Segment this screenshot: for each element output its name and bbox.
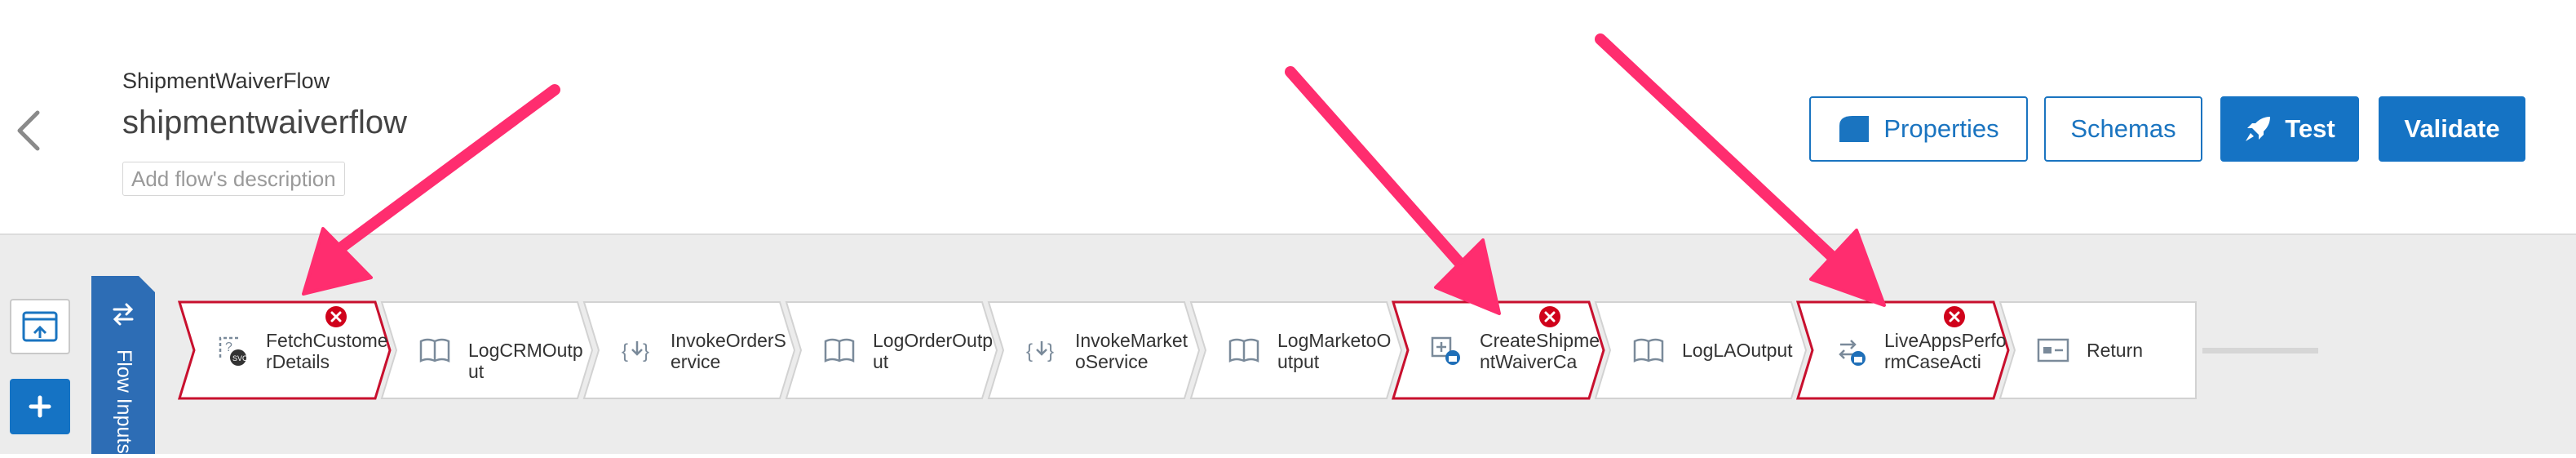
plus-icon — [29, 395, 51, 418]
activity-tile-logorderoutput[interactable]: LogOrderOutput — [786, 302, 997, 398]
activity-tile-logcrmoutput[interactable]: LogCRMOutput — [382, 302, 592, 398]
activity-tile-label: LogLAOutput — [1682, 340, 1793, 361]
activity-tile-fetchcustomerdetails[interactable]: ? SVC FetchCustomerDetails — [179, 302, 390, 398]
activity-tile-label: CreateShipmentWaiverCa — [1480, 330, 1600, 372]
flow-description-field[interactable]: Add flow's description — [122, 162, 345, 196]
error-badge-icon[interactable] — [1943, 305, 1966, 328]
error-badge-icon[interactable] — [325, 305, 347, 328]
perform-case-action-icon — [1834, 333, 1868, 367]
svg-text:{: { — [622, 340, 628, 362]
mapper-icon — [22, 311, 58, 342]
invoke-service-icon: {} — [1025, 333, 1059, 367]
create-case-icon — [1429, 333, 1463, 367]
activity-tile-label: LiveAppsPerformCaseActi — [1884, 330, 2007, 372]
log-book-icon — [822, 333, 856, 367]
activity-tile-label: LogCRMOutput — [468, 340, 583, 382]
activity-tile-createshipmentwaiverca[interactable]: CreateShipmentWaiverCa — [1393, 302, 1604, 398]
error-badge-icon[interactable] — [1538, 305, 1561, 328]
svg-text:SVC: SVC — [232, 354, 248, 362]
schemas-button[interactable]: Schemas — [2044, 96, 2202, 162]
svg-text:{: { — [1026, 340, 1033, 362]
test-label: Test — [2285, 114, 2335, 143]
activity-tile-return[interactable]: Return — [2000, 302, 2211, 398]
activity-tile-label: InvokeMarketoService — [1075, 330, 1188, 372]
rest-invoke-icon: ? SVC — [215, 333, 250, 367]
activity-tile-invokeorderservice[interactable]: {} InvokeOrderService — [584, 302, 794, 398]
log-book-icon — [418, 333, 452, 367]
activity-tile-label: InvokeOrderService — [671, 330, 786, 372]
test-button[interactable]: Test — [2220, 96, 2359, 162]
svg-text:}: } — [643, 340, 649, 362]
flow-inputs-label: Flow Inputs — [113, 349, 135, 454]
properties-icon — [1838, 114, 1870, 144]
log-book-icon — [1631, 333, 1666, 367]
svg-text:?: ? — [225, 340, 232, 354]
activity-tile-loglaoutput[interactable]: LogLAOutput — [1596, 302, 1806, 398]
return-icon — [2036, 333, 2070, 367]
add-activity-button[interactable] — [10, 379, 70, 434]
validate-label: Validate — [2404, 114, 2500, 143]
activity-tile-logmarketooutput[interactable]: LogMarketoOutput — [1191, 302, 1401, 398]
flow-track — [2202, 348, 2318, 354]
page-title[interactable]: shipmentwaiverflow — [122, 104, 407, 141]
mapper-tool-button[interactable] — [10, 299, 70, 354]
svg-text:}: } — [1047, 340, 1054, 362]
back-chevron-icon[interactable] — [8, 104, 47, 157]
flow-name: ShipmentWaiverFlow — [122, 69, 330, 93]
swap-icon — [111, 302, 135, 327]
activity-tile-liveappsperformcaseacti[interactable]: LiveAppsPerformCaseActi — [1798, 302, 2008, 398]
schemas-label: Schemas — [2070, 114, 2176, 143]
invoke-service-icon: {} — [620, 333, 654, 367]
log-book-icon — [1227, 333, 1261, 367]
activity-tile-label: Return — [2087, 340, 2144, 361]
activity-tile-label: FetchCustomerDetails — [266, 330, 388, 372]
flow-header: ShipmentWaiverFlow shipmentwaiverflow Ad… — [0, 0, 2576, 235]
rocket-icon — [2244, 115, 2272, 143]
properties-button[interactable]: Properties — [1809, 96, 2028, 162]
activity-tile-label: LogMarketoOutput — [1277, 330, 1392, 372]
activity-tile-invokemarketoservice[interactable]: {} InvokeMarketoService — [989, 302, 1199, 398]
validate-button[interactable]: Validate — [2379, 96, 2525, 162]
properties-label: Properties — [1883, 114, 1999, 143]
activity-tile-label: LogOrderOutput — [873, 330, 994, 372]
